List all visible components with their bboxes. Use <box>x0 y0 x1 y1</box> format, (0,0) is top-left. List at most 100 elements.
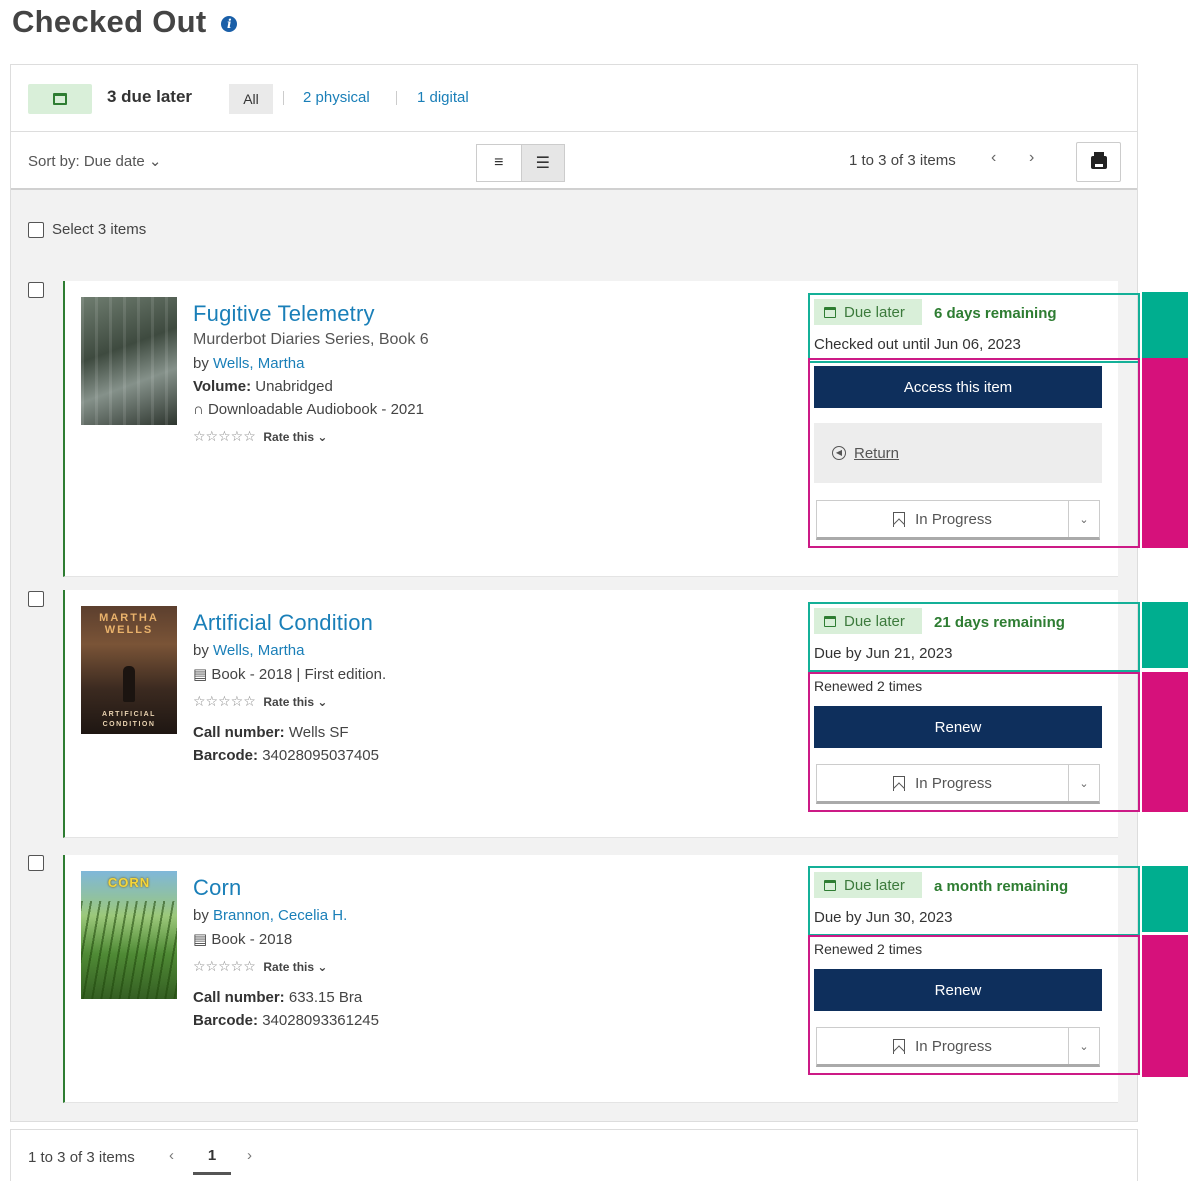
in-progress-button[interactable]: In Progress <box>817 1028 1069 1064</box>
item-format: ∩ Downloadable Audiobook - 2021 <box>193 401 424 418</box>
bottom-pagination: 1 to 3 of 3 items ‹ 1 › <box>10 1129 1138 1181</box>
in-progress-dropdown[interactable]: In Progress ⌄ <box>816 764 1100 804</box>
select-all-checkbox[interactable] <box>28 221 44 238</box>
book-cover-image[interactable] <box>81 297 177 425</box>
filter-all-tab[interactable]: All <box>229 84 273 114</box>
next-page-button[interactable]: › <box>247 1147 252 1164</box>
cover-title-text: CORN <box>107 875 151 890</box>
in-progress-button[interactable]: In Progress <box>817 501 1069 537</box>
volume-value: Unabridged <box>255 378 333 395</box>
cover-figure <box>123 666 135 702</box>
item-info: Corn by Brannon, Cecelia H. ▤ Book - 201… <box>193 875 379 1029</box>
due-status-panel: Due later a month remaining Due by Jun 3… <box>808 866 1140 936</box>
filter-physical-link[interactable]: 2 physical <box>303 89 370 106</box>
in-progress-label: In Progress <box>915 1037 992 1055</box>
days-remaining: a month remaining <box>934 878 1069 895</box>
author-link[interactable]: Brannon, Cecelia H. <box>213 907 347 924</box>
info-icon[interactable]: i <box>221 15 238 32</box>
rating-control[interactable]: ☆☆☆☆☆ Rate this ⌄ <box>193 428 429 445</box>
due-status-panel: Due later 21 days remaining Due by Jun 2… <box>808 602 1140 672</box>
in-progress-label: In Progress <box>915 510 992 528</box>
bookmark-icon <box>893 1038 906 1054</box>
sort-dropdown[interactable]: Sort by: Due date ⌄ <box>28 152 161 170</box>
item-title-link[interactable]: Corn <box>193 875 379 901</box>
renewed-count: Renewed 2 times <box>814 678 923 694</box>
action-marker <box>1142 358 1188 548</box>
rate-this-label[interactable]: Rate this ⌄ <box>263 695 327 709</box>
items-range: 1 to 3 of 3 items <box>28 1149 135 1166</box>
due-status-panel: Due later 6 days remaining Checked out u… <box>808 293 1140 363</box>
rate-this-label[interactable]: Rate this ⌄ <box>263 430 327 444</box>
return-label[interactable]: Return <box>854 445 899 462</box>
chevron-down-icon[interactable]: ⌄ <box>1069 501 1099 537</box>
list-icon: ≡ <box>494 154 504 171</box>
in-progress-dropdown[interactable]: In Progress ⌄ <box>816 1027 1100 1067</box>
due-later-count[interactable]: 3 due later <box>107 87 192 107</box>
by-label: by <box>193 355 209 372</box>
star-rating-icon[interactable]: ☆☆☆☆☆ <box>193 428 256 444</box>
item-call-number: Call number: Wells SF <box>193 724 386 741</box>
item-title-link[interactable]: Artificial Condition <box>193 610 386 636</box>
due-later-filter-chip[interactable] <box>28 84 92 114</box>
in-progress-button[interactable]: In Progress <box>817 765 1069 801</box>
filter-bar: 3 due later All 2 physical 1 digital <box>11 65 1137 132</box>
renew-button[interactable]: Renew <box>814 969 1102 1011</box>
print-button[interactable] <box>1076 142 1121 182</box>
volume-label: Volume: <box>193 378 252 395</box>
chevron-down-icon[interactable]: ⌄ <box>1069 765 1099 801</box>
rate-this-label[interactable]: Rate this ⌄ <box>263 960 327 974</box>
bookmark-icon <box>893 511 906 527</box>
prev-page-button[interactable]: ‹ <box>991 149 996 167</box>
item-checkbox[interactable] <box>28 591 44 607</box>
rating-control[interactable]: ☆☆☆☆☆ Rate this ⌄ <box>193 693 386 710</box>
return-button[interactable]: ◀ Return <box>814 423 1102 483</box>
item-series: Murderbot Diaries Series, Book 6 <box>193 331 429 348</box>
select-all[interactable]: Select 3 items <box>28 221 146 238</box>
compact-view-button[interactable]: ≡ <box>477 145 521 181</box>
item-author-line: by Wells, Martha <box>193 355 429 372</box>
item-title-link[interactable]: Fugitive Telemetry <box>193 301 429 327</box>
due-date: Due by Jun 21, 2023 <box>814 645 953 662</box>
rating-control[interactable]: ☆☆☆☆☆ Rate this ⌄ <box>193 958 379 975</box>
in-progress-dropdown[interactable]: In Progress ⌄ <box>816 500 1100 540</box>
cover-author-text: MARTHA WELLS <box>99 612 159 636</box>
detail-list-icon: ☰ <box>535 155 550 172</box>
call-number-label: Call number: <box>193 724 285 741</box>
star-rating-icon[interactable]: ☆☆☆☆☆ <box>193 958 256 974</box>
action-marker <box>1142 935 1188 1077</box>
calendar-icon <box>824 615 836 627</box>
filter-divider <box>283 91 284 105</box>
item-actions-panel: Renewed 2 times Renew In Progress ⌄ <box>808 935 1140 1075</box>
item-call-number: Call number: 633.15 Bra <box>193 989 379 1006</box>
bookmark-icon <box>893 775 906 791</box>
item-format: ▤ Book - 2018 | First edition. <box>193 666 387 683</box>
action-marker <box>1142 672 1188 812</box>
author-link[interactable]: Wells, Martha <box>213 355 304 372</box>
renew-button[interactable]: Renew <box>814 706 1102 748</box>
filter-digital-link[interactable]: 1 digital <box>417 89 469 106</box>
book-cover-image[interactable]: CORN <box>81 871 177 999</box>
due-later-label: Due later <box>844 876 905 894</box>
call-number-value: 633.15 Bra <box>288 989 363 1006</box>
detailed-view-button[interactable]: ☰ <box>520 145 564 181</box>
printer-icon <box>1090 151 1107 169</box>
cover-title-text: ARTIFICIAL CONDITION <box>102 711 156 728</box>
filter-divider <box>396 91 397 105</box>
star-rating-icon[interactable]: ☆☆☆☆☆ <box>193 693 256 709</box>
status-marker <box>1142 292 1188 358</box>
page-1-button[interactable]: 1 <box>193 1147 231 1175</box>
item-info: Fugitive Telemetry Murderbot Diaries Ser… <box>193 301 429 445</box>
item-info: Artificial Condition by Wells, Martha ▤ … <box>193 610 386 764</box>
calendar-icon <box>53 93 67 105</box>
chevron-down-icon[interactable]: ⌄ <box>1069 1028 1099 1064</box>
next-page-button[interactable]: › <box>1029 149 1034 167</box>
item-checkbox[interactable] <box>28 282 44 298</box>
book-cover-image[interactable]: MARTHA WELLS ARTIFICIAL CONDITION <box>81 606 177 734</box>
item-checkbox[interactable] <box>28 855 44 871</box>
author-link[interactable]: Wells, Martha <box>213 642 304 659</box>
due-later-label: Due later <box>844 612 905 630</box>
prev-page-button[interactable]: ‹ <box>169 1147 174 1164</box>
call-number-label: Call number: <box>193 989 285 1006</box>
access-item-button[interactable]: Access this item <box>814 366 1102 408</box>
calendar-icon <box>824 306 836 318</box>
